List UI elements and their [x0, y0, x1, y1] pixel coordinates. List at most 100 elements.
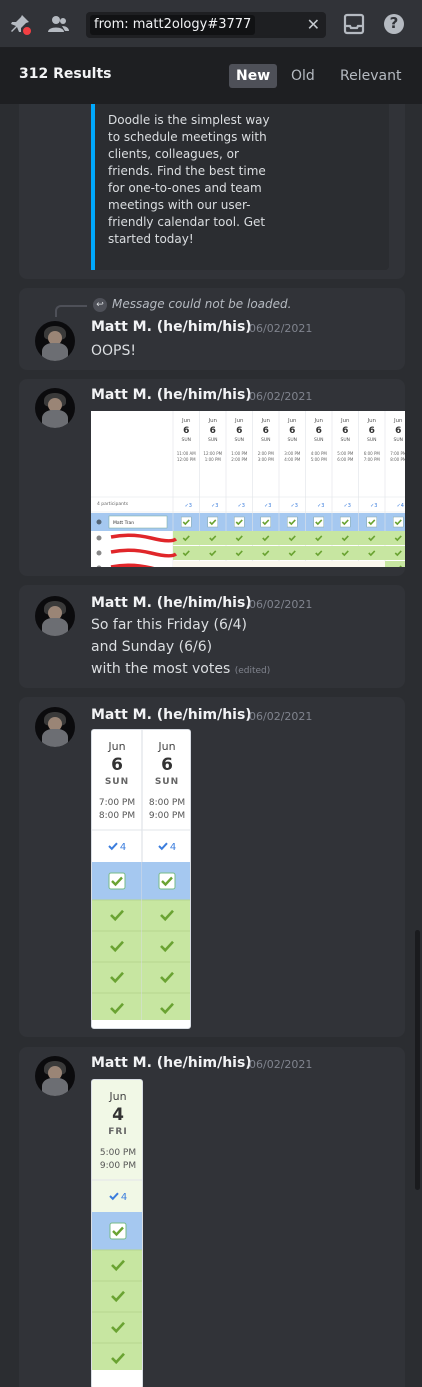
reply-icon: ↩ — [93, 298, 107, 312]
poll-month: Jun — [260, 418, 270, 424]
poll-weekday: SUN — [261, 437, 271, 443]
poll-day: 6 — [183, 426, 189, 436]
poll-weekday: FRI — [108, 1127, 127, 1137]
reply-preview: Message could not be loaded. — [112, 297, 292, 311]
poll-user-checkbox — [158, 872, 176, 890]
pin-icon[interactable] — [8, 12, 32, 36]
poll-month: Jun — [234, 418, 244, 424]
poll-slot-end: 12:00 PM — [177, 457, 196, 462]
poll-slot-end: 1:00 PM — [205, 457, 222, 462]
message-text-line: with the most votes (edited) — [91, 661, 270, 677]
message-timestamp: 06/02/2021 — [249, 1058, 313, 1071]
poll-day: 6 — [236, 426, 242, 436]
poll-user-name: Matt Tran — [113, 520, 134, 526]
poll-vote-count: ✓3 — [317, 503, 324, 509]
avatar[interactable] — [35, 321, 75, 361]
search-result-message[interactable]: Matt M. (he/him/his) 06/02/2021 Jun 6 SUN 7… — [19, 697, 405, 1037]
poll-day: 6 — [342, 426, 348, 436]
members-icon[interactable] — [46, 12, 70, 36]
message-timestamp: 06/02/2021 — [249, 322, 313, 335]
poll-month: Jun — [107, 740, 125, 753]
poll-slot-end: 3:00 PM — [258, 457, 275, 462]
poll-weekday: SUN — [105, 777, 129, 787]
help-icon[interactable]: ? — [382, 12, 406, 36]
search-result-embed[interactable]: Doodle is the simplest way to schedule m… — [19, 104, 405, 279]
poll-slot-start: 4:00 PM — [311, 451, 328, 456]
poll-image[interactable]: Jun 4 FRI 5:00 PM 9:00 PM 4 — [91, 1079, 143, 1387]
poll-month: Jun — [313, 418, 323, 424]
search-filter-chip[interactable]: from: matt2ology#3777 — [90, 15, 256, 35]
poll-slot-start: 8:00 PM — [149, 798, 185, 808]
poll-slot-start: 5:00 PM — [337, 451, 354, 456]
poll-month: Jun — [108, 1090, 126, 1103]
sort-tab-new[interactable]: New — [229, 64, 278, 88]
embed-accent-bar — [91, 104, 95, 270]
embed-description: Doodle is the simplest way to schedule m… — [108, 113, 270, 246]
poll-vote-count: ✓3 — [370, 503, 377, 509]
author-name[interactable]: Matt M. (he/him/his) — [91, 387, 252, 403]
poll-day: 6 — [316, 426, 322, 436]
poll-column: Jun 6 SUN 7:00 PM 8:00 PM 4 — [92, 730, 142, 1024]
sort-tab-relevant[interactable]: Relevant — [333, 64, 408, 88]
poll-screenshot-image[interactable]: Jun 6 SUN 11:00 AM 12:00 PM ✓3 Jun 6 SUN 12:00 PM… — [91, 411, 405, 567]
results-count: 312 Results — [19, 66, 112, 82]
sort-tab-old[interactable]: Old — [284, 64, 322, 88]
message-text-line: and Sunday (6/6) — [91, 639, 213, 655]
clear-search-icon[interactable]: ✕ — [307, 14, 320, 36]
poll-month: Jun — [366, 418, 376, 424]
poll-vote-count: ✓3 — [291, 503, 298, 509]
poll-slot-end: 7:00 PM — [364, 457, 381, 462]
message-text-line: So far this Friday (6/4) — [91, 617, 247, 633]
poll-vote-count: 4 — [121, 1192, 127, 1203]
author-name[interactable]: Matt M. (he/him/his) — [91, 595, 252, 611]
link-embed: Doodle is the simplest way to schedule m… — [91, 104, 389, 270]
participants-label: 4 participants — [97, 501, 129, 507]
poll-image[interactable]: Jun 6 SUN 7:00 PM 8:00 PM 4 Jun 6 SUN 8:00 PM 9:00… — [91, 729, 191, 1029]
poll-vote-count: 4 — [170, 842, 176, 853]
poll-column: Jun 4 FRI 5:00 PM 9:00 PM 4 — [92, 1080, 142, 1374]
poll-slot-start: 1:00 PM — [231, 451, 248, 456]
poll-slot-start: 3:00 PM — [284, 451, 301, 456]
poll-slot-start: 12:00 PM — [203, 451, 222, 456]
message-text-line-content: with the most votes — [91, 661, 231, 677]
poll-vote-count: ✓4 — [397, 503, 404, 509]
search-results-header: 312 Results New Old Relevant — [0, 48, 422, 104]
poll-slot-end: 8:00 PM — [390, 457, 405, 462]
inbox-icon[interactable] — [342, 12, 366, 36]
poll-day: 6 — [210, 426, 216, 436]
scrollbar[interactable] — [415, 930, 420, 1190]
search-result-message[interactable]: Matt M. (he/him/his) 06/02/2021 Jun 4 FRI 5… — [19, 1047, 405, 1387]
poll-slot-end: 2:00 PM — [231, 457, 248, 462]
poll-weekday: SUN — [393, 437, 403, 443]
poll-table: Jun 6 SUN 7:00 PM 8:00 PM 4 Jun 6 SUN 8:00 PM 9:00… — [92, 730, 190, 1024]
avatar[interactable] — [35, 388, 75, 428]
poll-weekday: SUN — [155, 777, 179, 787]
search-input[interactable]: from: matt2ology#3777 ✕ — [86, 12, 326, 38]
author-name[interactable]: Matt M. (he/him/his) — [91, 707, 252, 723]
avatar[interactable] — [35, 596, 75, 636]
poll-slot-end: 9:00 PM — [149, 811, 185, 821]
search-result-message[interactable]: Matt M. (he/him/his) 06/02/2021 So far t… — [19, 585, 405, 688]
author-name[interactable]: Matt M. (he/him/his) — [91, 319, 252, 335]
poll-weekday: SUN — [340, 437, 350, 443]
poll-day: 4 — [112, 1105, 124, 1125]
poll-column: Jun 6 SUN 8:00 PM 9:00 PM 4 — [141, 730, 190, 1024]
poll-slot-end: 4:00 PM — [284, 457, 301, 462]
poll-month: Jun — [340, 418, 350, 424]
poll-slot-start: 5:00 PM — [100, 1148, 136, 1158]
avatar[interactable] — [35, 1056, 75, 1096]
poll-month: Jun — [207, 418, 217, 424]
avatar[interactable] — [35, 707, 75, 747]
poll-vote-count: ✓3 — [211, 503, 218, 509]
search-result-message[interactable]: Matt M. (he/him/his) 06/02/2021 Jun 6 SUN 1… — [19, 379, 405, 576]
message-timestamp: 06/02/2021 — [249, 710, 313, 723]
poll-day: 6 — [369, 426, 375, 436]
help-label: ? — [389, 14, 399, 32]
poll-slot-end: 5:00 PM — [311, 457, 328, 462]
author-name[interactable]: Matt M. (he/him/his) — [91, 1055, 252, 1071]
message-text: OOPS! — [91, 343, 136, 359]
poll-slot-end: 8:00 PM — [99, 811, 135, 821]
message-timestamp: 06/02/2021 — [249, 390, 313, 403]
search-result-message[interactable]: ↩ Message could not be loaded. Matt M. (… — [19, 288, 405, 370]
poll-vote-count: 4 — [120, 842, 126, 853]
